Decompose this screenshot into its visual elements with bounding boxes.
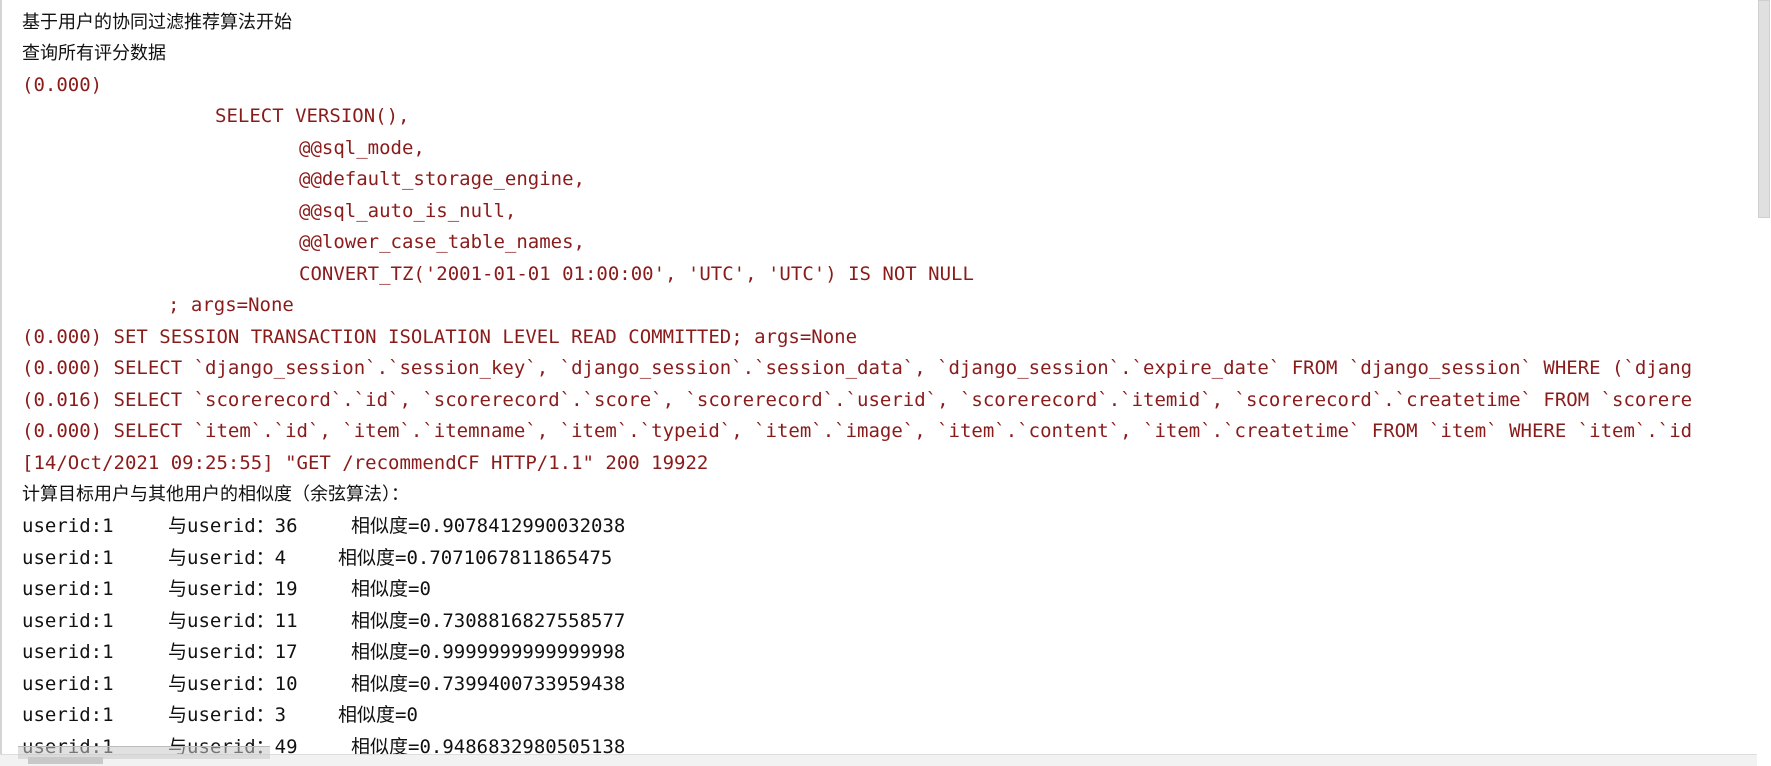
sql-line: CONVERT_TZ('2001-01-01 01:00:00', 'UTC',… xyxy=(299,263,974,285)
similarity-row: userid:1 与userid：10 相似度=0.7399400733959438 xyxy=(2,669,1702,700)
sql-line: ; args=None xyxy=(168,294,294,316)
row-user-id: userid:1 xyxy=(22,641,114,663)
request-log-line: [14/Oct/2021 09:25:55] "GET /recommendCF… xyxy=(22,452,709,474)
similarity-heading: 计算目标用户与其他用户的相似度（余弦算法）： xyxy=(22,484,409,505)
log-line: 查询所有评分数据 xyxy=(22,43,166,64)
row-similarity: 相似度=0.9486832980505138 xyxy=(351,735,626,756)
vertical-scrollbar[interactable] xyxy=(1757,0,1771,766)
row-similarity: 相似度=0 xyxy=(338,704,418,726)
row-user-id: userid:1 xyxy=(22,609,114,632)
row-other-user-id: 与userid：10 xyxy=(168,672,298,695)
row-similarity: 相似度=0.9999999999999998 xyxy=(351,641,626,663)
similarity-row: userid:1 与userid：19 相似度=0 xyxy=(2,574,1702,605)
sql-line: @@sql_auto_is_null, xyxy=(299,200,517,222)
similarity-row: userid:1 与userid：17 相似度=0.9999999999999998 xyxy=(2,637,1702,668)
sql-line: @@sql_mode, xyxy=(299,137,425,159)
similarity-row: userid:1 与userid：11 相似度=0.7308816827558577 xyxy=(2,606,1702,637)
row-other-user-id: 与userid：3 xyxy=(168,704,287,726)
row-similarity: 相似度=0.7308816827558577 xyxy=(351,609,626,632)
row-other-user-id: 与userid：17 xyxy=(168,641,298,663)
log-line: 基于用户的协同过滤推荐算法开始 xyxy=(22,12,292,33)
row-other-user-id: 与userid：11 xyxy=(168,609,298,632)
sql-line: SELECT VERSION(), xyxy=(215,105,410,127)
sql-line: @@default_storage_engine, xyxy=(299,168,585,190)
row-other-user-id: 与userid：19 xyxy=(168,578,298,600)
sql-line: (0.000) SELECT `item`.`id`, `item`.`item… xyxy=(22,420,1693,442)
console-output: 基于用户的协同过滤推荐算法开始 查询所有评分数据 (0.000) SELECT … xyxy=(0,0,1759,755)
row-user-id: userid:1 xyxy=(22,515,114,537)
scroll-overlay xyxy=(18,746,270,759)
sql-line: @@lower_case_table_names, xyxy=(299,231,585,253)
row-similarity: 相似度=0.7071067811865475 xyxy=(338,546,613,569)
row-user-id: userid:1 xyxy=(22,704,114,726)
sql-line: (0.000) xyxy=(22,74,103,96)
sql-line: (0.000) SET SESSION TRANSACTION ISOLATIO… xyxy=(22,326,858,348)
row-other-user-id: 与userid：36 xyxy=(168,515,298,537)
sql-line: (0.000) SELECT `django_session`.`session… xyxy=(22,357,1693,379)
row-similarity: 相似度=0 xyxy=(351,578,431,600)
similarity-row: userid:1 与userid：4 相似度=0.7071067811865475 xyxy=(2,543,1702,574)
vertical-scrollbar-thumb[interactable] xyxy=(1758,0,1770,218)
row-user-id: userid:1 xyxy=(22,578,114,600)
similarity-row: userid:1 与userid：3 相似度=0 xyxy=(2,700,1702,731)
row-user-id: userid:1 xyxy=(22,672,114,695)
similarity-row: userid:1 与userid：36 相似度=0.9078412990032038 xyxy=(2,511,1702,542)
row-similarity: 相似度=0.7399400733959438 xyxy=(351,672,626,695)
row-other-user-id: 与userid：4 xyxy=(168,546,287,569)
row-similarity: 相似度=0.9078412990032038 xyxy=(351,515,626,537)
row-user-id: userid:1 xyxy=(22,546,114,569)
sql-line: (0.016) SELECT `scorerecord`.`id`, `scor… xyxy=(22,389,1693,411)
